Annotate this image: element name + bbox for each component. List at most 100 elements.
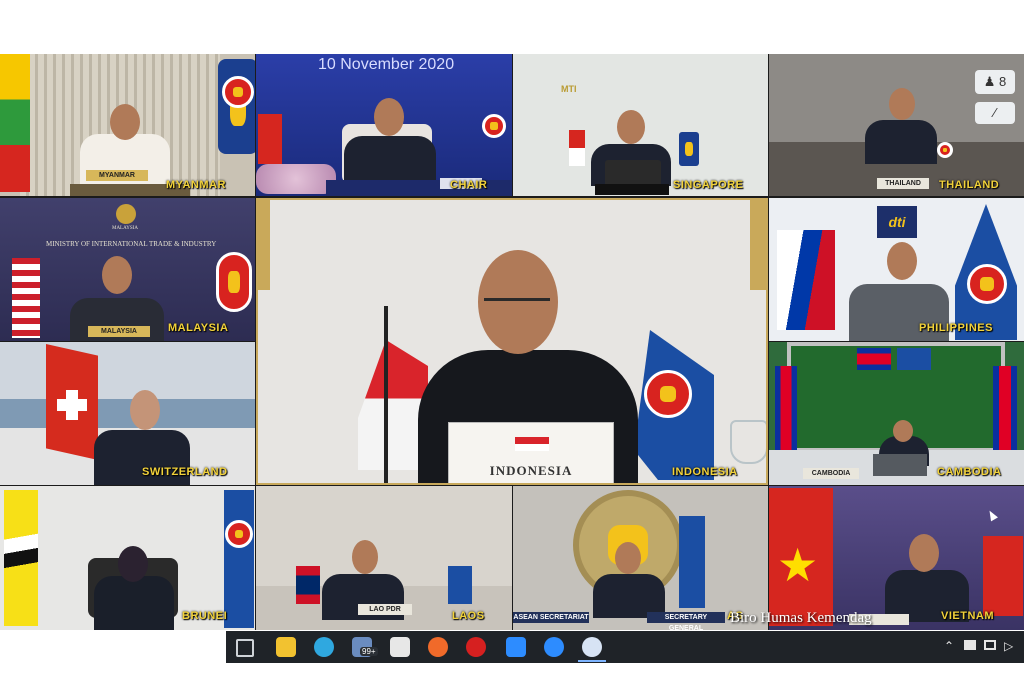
tile-cambodia[interactable]: CAMBODIA CAMBODIA [769,342,1024,485]
cambodia-flag-banner [857,348,891,370]
indonesia-flag-mini [515,437,549,451]
tile-chair[interactable]: 10 November 2020 CHAIR [256,54,512,196]
asean-flag [679,516,705,608]
delegate-head [617,110,645,144]
tile-label-switzerland: SWITZERLAND [142,466,228,478]
delegate-head [110,104,140,140]
tile-brunei[interactable]: BRUNEI [0,486,255,630]
tile-label-thailand: THAILAND [939,179,1000,191]
tile-label-cambodia: CAMBODIA [937,466,1002,478]
message-icon[interactable] [984,640,996,650]
delegate-head [374,98,404,136]
tile-indonesia-active-speaker[interactable]: INDONESIA INDONESIA [256,198,768,485]
star-icon: ★ [777,539,819,591]
tile-label-malaysia: MALAYSIA [168,322,229,334]
delegate-brunei [94,576,174,630]
delegate-head [887,242,917,280]
asean-flag-small [937,142,953,158]
delegate-thailand [865,120,937,164]
participants-count-button[interactable]: ♟ 8 [975,70,1015,94]
tile-vietnam[interactable]: ★ VIETNAM [769,486,1024,630]
delegate-chair [344,136,436,186]
malaysia-crest-text: MALAYSIA [112,226,138,231]
tile-label-myanmar: MYANMAR [166,179,226,191]
nameplate-laos: LAO PDR [358,604,412,615]
laos-flag [296,566,320,604]
asean-flag-small [679,132,699,166]
malaysia-flag [12,258,40,338]
volume-icon[interactable]: ▷ [1004,639,1013,653]
network-icon[interactable] [964,640,976,650]
nameplate-indonesia: INDONESIA [489,463,573,478]
brunei-flag [4,490,38,626]
tile-thailand[interactable]: ♟ 8 ∕ THAILAND THAILAND [769,54,1024,196]
philippines-flag [777,230,835,330]
myanmar-flag [0,54,30,192]
nameplate-cambodia: CAMBODIA [803,468,859,479]
mic-muted-button[interactable]: ∕ [975,102,1015,124]
tile-myanmar[interactable]: MYANMAR MYANMAR [0,54,255,196]
nameplate-indonesia-card: INDONESIA [448,422,614,483]
tile-philippines[interactable]: dti PHILIPPINES [769,198,1024,341]
tile-label-philippines: PHILIPPINES [919,322,993,334]
vietnam-flag-small [258,114,282,164]
zoom-icon[interactable] [506,637,526,657]
singapore-flag [569,130,585,166]
vietnam-flag-right [983,536,1023,616]
delegate-head [118,546,148,582]
edge-icon[interactable] [314,637,334,657]
delegate-head [909,534,939,572]
task-view-icon[interactable] [236,639,254,657]
file-explorer-icon[interactable] [276,637,296,657]
windows-taskbar: 99+ ⌃ ▷ [226,631,1024,663]
delegate-head [615,542,641,574]
delegate-head [102,256,132,294]
glasses-icon [484,298,550,319]
asean-emblem [222,76,254,108]
tile-label-singapore: SINGAPORE [673,179,744,191]
nameplate-myanmar: MYANMAR [86,170,148,181]
nameplate-malaysia: MALAYSIA [88,326,150,337]
tile-label-brunei: BRUNEI [182,610,228,622]
delegate-head [893,420,913,442]
mic-muted-icon: ∕ [993,105,997,120]
tile-asean-secretariat[interactable]: ASEAN SECRETARIAT SECRETARY GENERAL AS [513,486,768,630]
asean-flag-banner [897,348,931,370]
mail-icon[interactable]: 99+ [352,637,378,657]
dti-logo: dti [877,206,917,238]
tile-laos[interactable]: LAO PDR LAOS [256,486,512,630]
store-icon[interactable] [390,637,410,657]
nameplate-thailand: THAILAND [877,178,929,189]
tile-label-vietnam: VIETNAM [941,610,994,622]
asean-emblem [225,520,253,548]
delegate-head [889,88,915,120]
active-app-icon[interactable] [582,637,602,657]
tile-singapore[interactable]: MTI SINGAPORE [513,54,768,196]
tile-label-laos: LAOS [452,610,485,622]
water-glass [730,420,766,464]
tile-label-chair: CHAIR [450,179,488,191]
asean-emblem [216,252,252,312]
delegate-head [130,390,160,430]
chevron-up-icon[interactable]: ⌃ [944,639,954,653]
tile-malaysia[interactable]: MALAYSIA MINISTRY OF INTERNATIONAL TRADE… [0,198,255,341]
tile-switzerland[interactable]: SWITZERLAND [0,342,255,485]
red-app-icon[interactable] [466,637,486,657]
participant-count: 8 [999,74,1007,89]
mti-logo: MTI [561,84,577,94]
nameplate-singapore [595,184,669,195]
meeting-date: 10 November 2020 [318,56,455,73]
ministry-banner: MINISTRY OF INTERNATIONAL TRADE & INDUST… [46,240,217,248]
firefox-icon[interactable] [428,637,448,657]
active-app-indicator [578,660,606,662]
switzerland-flag [46,344,98,460]
video-grid: MYANMAR MYANMAR 10 November 2020 CHAIR M… [0,54,1024,630]
nameplate-secretary-general: SECRETARY GENERAL [647,612,725,630]
asean-emblem [644,370,692,418]
asean-flag [448,566,472,604]
nameplate-asean-secretariat: ASEAN SECRETARIAT [513,612,589,623]
malaysia-crest-icon [116,204,136,224]
mail-badge: 99+ [360,647,378,656]
zoom-meetings-icon[interactable] [544,637,564,657]
photo-caption: Biro Humas Kemendag [730,610,872,626]
